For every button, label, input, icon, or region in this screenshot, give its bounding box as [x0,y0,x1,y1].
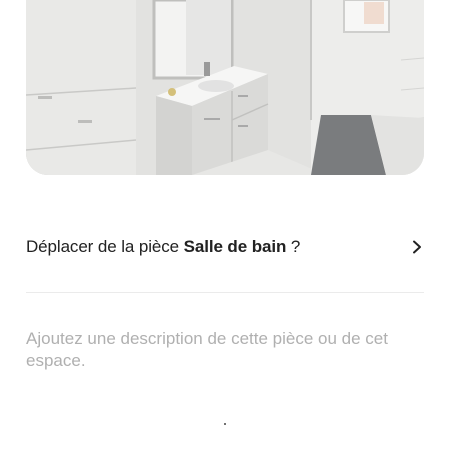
room-name: Salle de bain [183,237,287,256]
move-room-label: Déplacer de la pièce Salle de bain ? [26,237,300,257]
move-room-row[interactable]: Déplacer de la pièce Salle de bain ? [26,232,424,262]
bathroom-photo-image [26,0,424,175]
move-room-prefix: Déplacer de la pièce [26,237,179,256]
cursor-dot [224,423,226,425]
room-photo-screen: Déplacer de la pièce Salle de bain ? Ajo… [0,0,450,450]
move-room-suffix: ? [290,237,301,256]
divider [26,292,424,293]
chevron-right-icon [410,240,424,254]
room-photo[interactable] [26,0,424,175]
description-input[interactable]: Ajoutez une description de cette pièce o… [26,328,406,372]
